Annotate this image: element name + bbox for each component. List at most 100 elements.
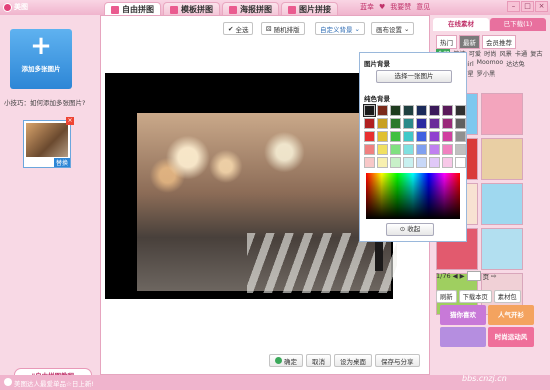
subtab-hot[interactable]: 热门 (436, 35, 457, 49)
tab-poster-collage[interactable]: 海报拼图 (222, 2, 279, 16)
tab-image-stitch[interactable]: 图片拼接 (281, 2, 338, 16)
color-swatch[interactable] (416, 157, 427, 168)
color-swatch[interactable] (416, 118, 427, 129)
save-share-button[interactable]: 保存与分享 (375, 354, 420, 367)
color-swatch[interactable] (390, 157, 401, 168)
replace-button[interactable]: 替换 (53, 158, 70, 167)
canvas-photo[interactable] (137, 113, 397, 293)
color-swatch[interactable] (364, 157, 375, 168)
color-swatch[interactable] (442, 144, 453, 155)
image-thumbnail[interactable]: 替换 × (23, 117, 74, 168)
choose-image-button[interactable]: 选择一张图片 (376, 70, 452, 83)
refresh-button[interactable]: 刷新 (436, 290, 457, 303)
template-thumbnail[interactable] (481, 138, 523, 180)
color-swatch[interactable] (416, 105, 427, 116)
color-swatch[interactable] (390, 105, 401, 116)
subtab-member[interactable]: 会员推荐 (482, 35, 516, 49)
subtab-latest[interactable]: 最新 (459, 35, 480, 49)
category-item[interactable]: Moomoo (477, 59, 504, 68)
user-name[interactable]: 蓝幸 (360, 2, 374, 12)
color-swatch[interactable] (416, 131, 427, 142)
maximize-button[interactable]: □ (521, 1, 534, 12)
canvas-settings-dropdown[interactable]: 画布设置 ⌄ (371, 22, 415, 35)
color-swatch[interactable] (377, 118, 388, 129)
collapse-icon: ⊙ (399, 225, 406, 233)
color-swatch[interactable] (403, 118, 414, 129)
material-pack-button[interactable]: 素材包 (493, 290, 521, 303)
tab-template-collage[interactable]: 模板拼图 (163, 2, 220, 16)
color-swatch[interactable] (364, 131, 375, 142)
tab-downloaded[interactable]: 已下载(1) (490, 18, 546, 31)
add-images-button[interactable]: + 添加多张图片 (10, 29, 72, 89)
color-swatch[interactable] (455, 144, 466, 155)
go-button[interactable]: ⇨ (491, 272, 496, 280)
category-item[interactable]: 复古 (530, 49, 542, 58)
heart-icon[interactable]: ♥ (379, 3, 385, 11)
color-swatch[interactable] (390, 144, 401, 155)
set-desktop-button[interactable]: 设为桌面 (334, 354, 372, 367)
color-swatch[interactable] (429, 157, 440, 168)
download-page-button[interactable]: 下载本页 (458, 290, 492, 303)
template-thumbnail[interactable] (481, 228, 523, 270)
color-swatch[interactable] (455, 131, 466, 142)
color-swatch[interactable] (442, 105, 453, 116)
collage-canvas[interactable] (105, 73, 397, 299)
tab-online-materials[interactable]: 在线素材 (433, 18, 489, 31)
promo-sticker[interactable] (440, 327, 486, 347)
promo-sticker[interactable]: 时尚运动风 (488, 327, 534, 347)
color-swatch[interactable] (377, 105, 388, 116)
promo-sticker[interactable]: 人气开衫 (488, 305, 534, 325)
prev-page-icon[interactable]: ◀ (453, 272, 458, 280)
color-swatch[interactable] (403, 144, 414, 155)
color-swatch[interactable] (363, 104, 376, 117)
plus-icon: + (30, 31, 52, 61)
category-item[interactable]: 可爱 (469, 49, 481, 58)
color-spectrum-picker[interactable] (366, 173, 460, 219)
color-swatch[interactable] (403, 105, 414, 116)
color-swatch[interactable] (377, 131, 388, 142)
color-swatch[interactable] (429, 105, 440, 116)
favorite-link[interactable]: 我要赞 (390, 2, 411, 12)
color-swatch[interactable] (442, 118, 453, 129)
cancel-button[interactable]: 取消 (306, 354, 331, 367)
collapse-button[interactable]: ⊙ 收起 (386, 223, 434, 236)
color-swatch[interactable] (455, 105, 466, 116)
color-swatch[interactable] (390, 131, 401, 142)
close-button[interactable]: × (535, 1, 548, 12)
color-swatch[interactable] (416, 144, 427, 155)
category-item[interactable]: 风景 (500, 49, 512, 58)
color-swatch[interactable] (364, 118, 375, 129)
next-page-icon[interactable]: ▶ (460, 272, 465, 280)
color-swatch[interactable] (455, 157, 466, 168)
category-item[interactable]: 时尚 (484, 49, 496, 58)
random-layout-button[interactable]: ⚄ 随机排版 (261, 22, 305, 35)
feedback-link[interactable]: 意见 (416, 2, 430, 12)
color-swatch[interactable] (390, 118, 401, 129)
color-swatch[interactable] (377, 144, 388, 155)
status-text[interactable]: 美图达人最爱单品☆日上新! (14, 378, 94, 388)
template-thumbnail[interactable] (481, 183, 523, 225)
color-swatch[interactable] (455, 118, 466, 129)
category-item[interactable]: 达达兔 (506, 59, 525, 68)
color-swatch[interactable] (442, 157, 453, 168)
delete-icon[interactable]: × (66, 117, 74, 125)
color-swatch[interactable] (429, 118, 440, 129)
color-swatch[interactable] (403, 157, 414, 168)
custom-background-dropdown[interactable]: 自定义背景 ⌄ (315, 22, 365, 35)
tab-free-collage[interactable]: 自由拼图 (104, 2, 161, 16)
category-item[interactable]: 卡通 (515, 49, 527, 58)
ok-button[interactable]: 确定 (269, 354, 303, 367)
minimize-button[interactable]: – (507, 1, 520, 12)
color-swatch[interactable] (364, 144, 375, 155)
promo-sticker[interactable]: 猫你喜欢 (440, 305, 486, 325)
select-all-button[interactable]: ✔ 全选 (223, 22, 254, 35)
color-swatch[interactable] (442, 131, 453, 142)
color-swatch[interactable] (429, 131, 440, 142)
color-swatch[interactable] (377, 157, 388, 168)
color-swatch[interactable] (429, 144, 440, 155)
tip-link[interactable]: 小技巧：如何添加多张图片? (4, 97, 85, 107)
page-input[interactable] (466, 271, 481, 281)
category-item[interactable]: 罗小黑 (477, 69, 496, 78)
template-thumbnail[interactable] (481, 93, 523, 135)
color-swatch[interactable] (403, 131, 414, 142)
